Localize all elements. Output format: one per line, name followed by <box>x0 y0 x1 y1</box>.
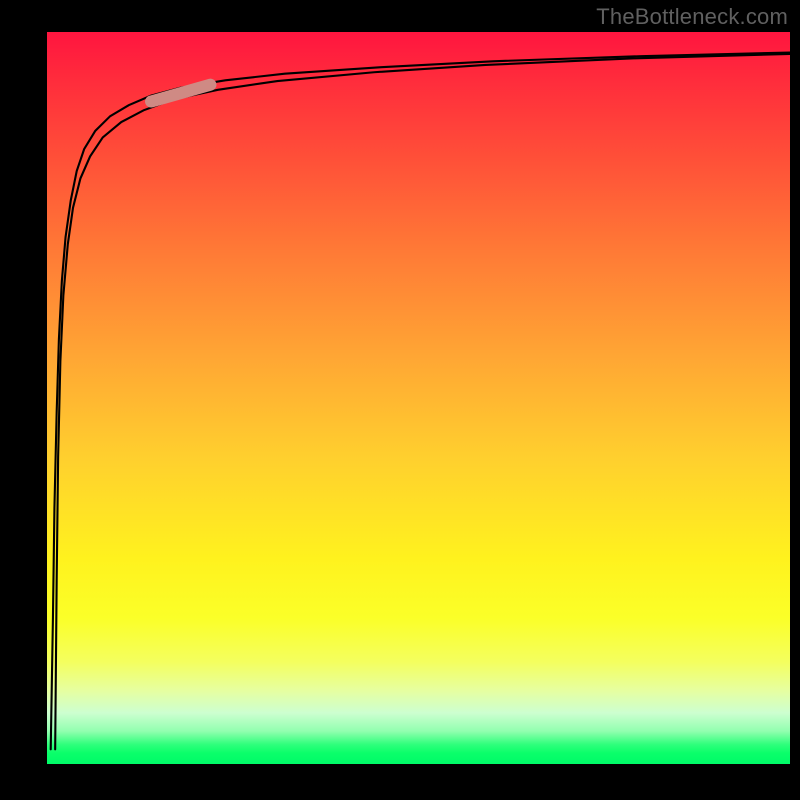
chart-curves <box>47 32 790 764</box>
plot-area <box>47 32 790 764</box>
highlight-segment <box>151 85 210 102</box>
chart-frame: TheBottleneck.com <box>0 0 800 800</box>
curve-line <box>51 53 790 750</box>
attribution-label: TheBottleneck.com <box>596 4 788 30</box>
curve-line-inner <box>55 54 790 749</box>
